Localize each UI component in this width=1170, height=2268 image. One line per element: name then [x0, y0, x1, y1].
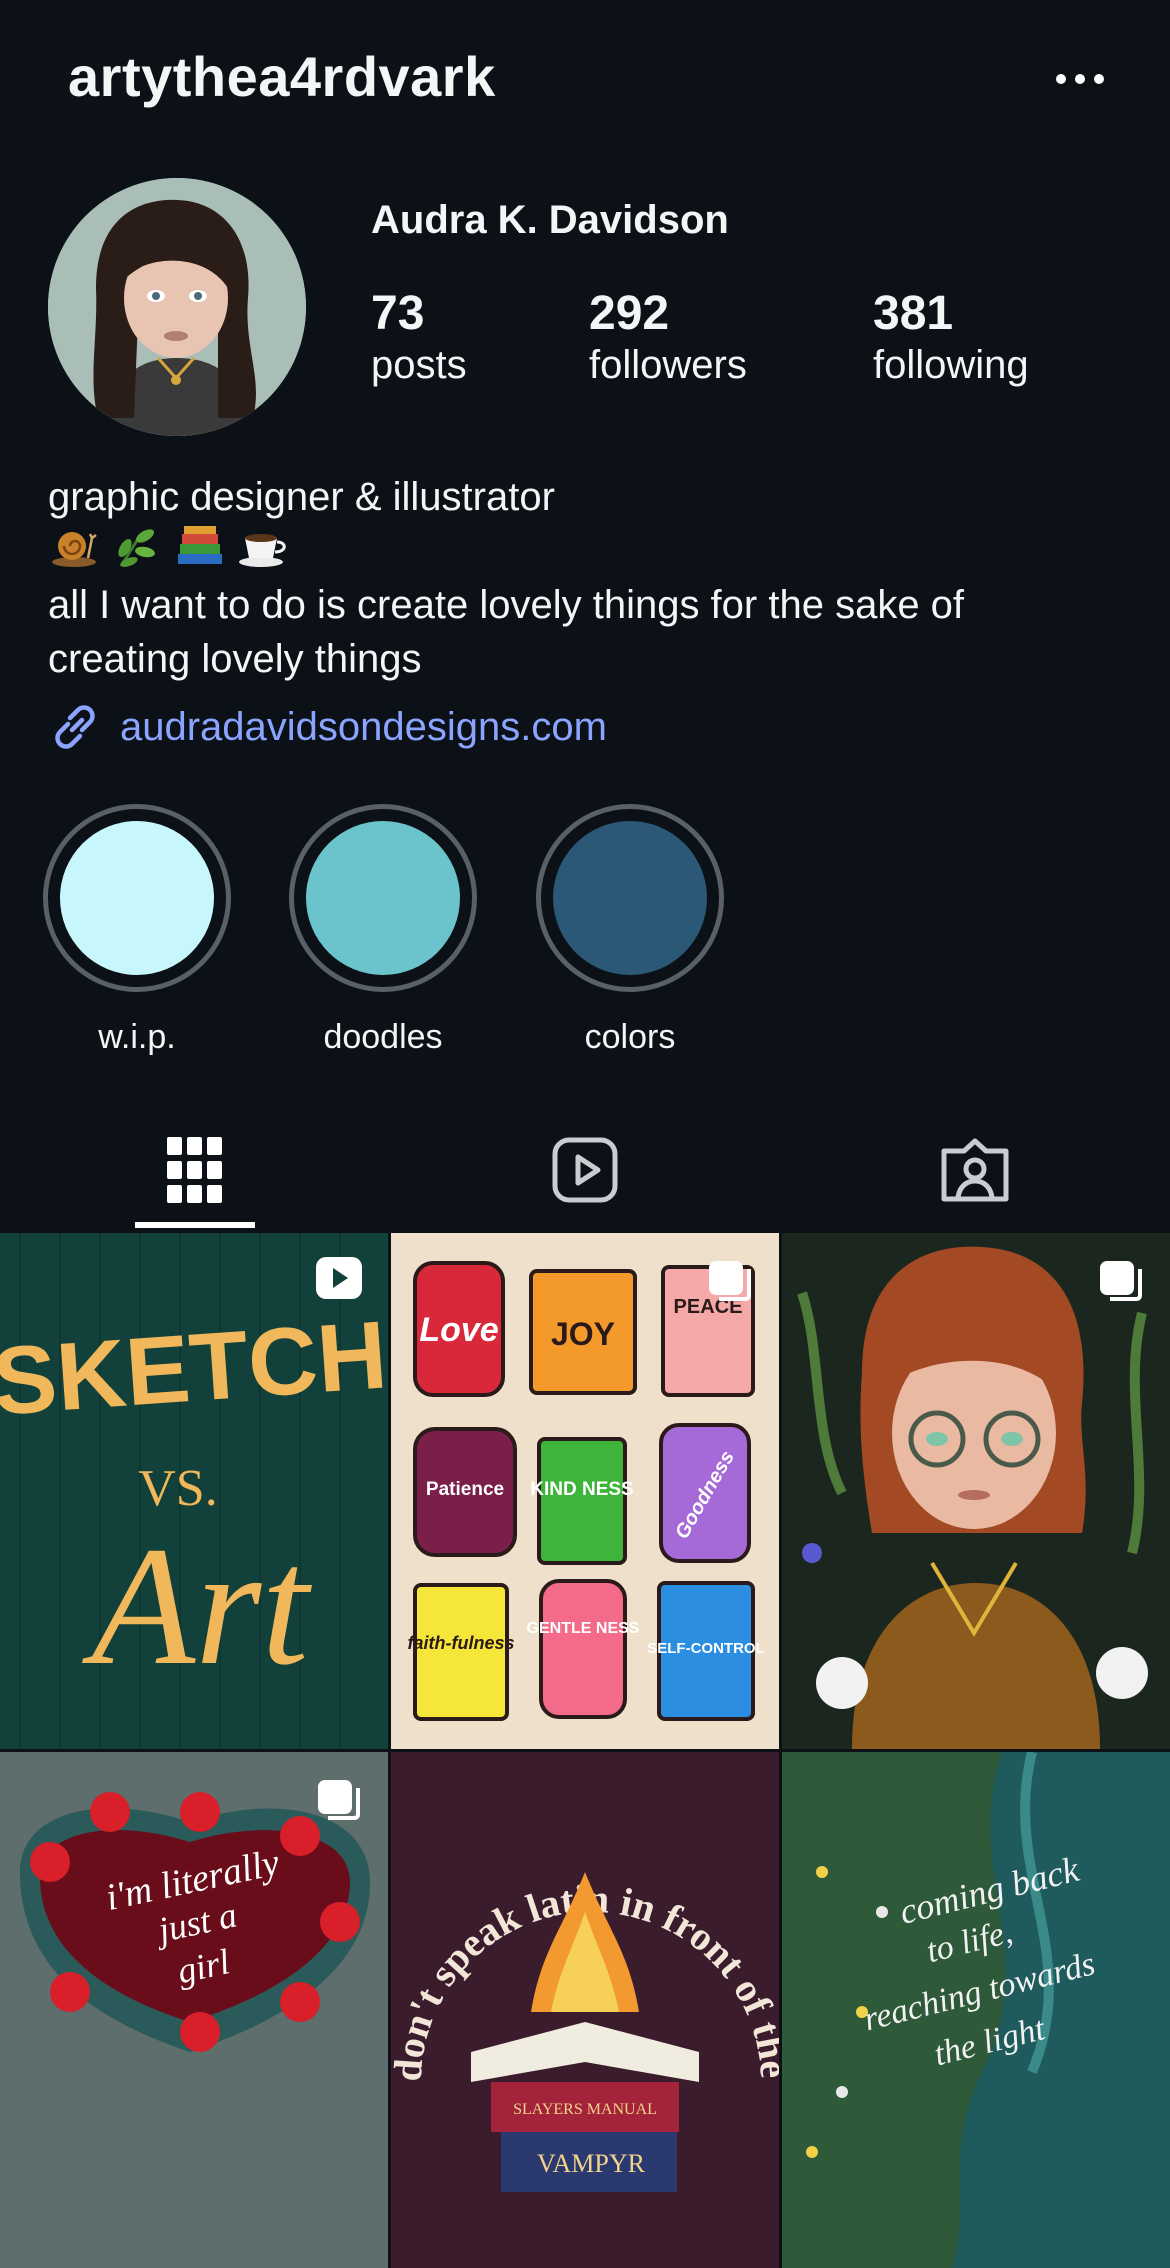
post-text: JOY	[551, 1316, 615, 1352]
more-dot-icon	[1056, 74, 1066, 84]
highlight-colors[interactable]: colors	[533, 804, 727, 1057]
following-stat[interactable]: 381 following	[873, 286, 1029, 388]
highlight-cover	[306, 821, 460, 975]
post-text: SELF-CONTROL	[647, 1640, 765, 1657]
display-name: Audra K. Davidson	[371, 198, 729, 242]
carousel-badge-icon	[709, 1261, 751, 1301]
bio: graphic designer & illustrator all I wan…	[48, 470, 1128, 686]
more-options-button[interactable]	[1050, 62, 1110, 96]
profile-avatar[interactable]	[48, 178, 306, 436]
highlight-wip[interactable]: w.i.p.	[40, 804, 234, 1057]
tab-posts-grid[interactable]	[0, 1110, 390, 1230]
highlight-ring	[536, 804, 724, 992]
highlight-cover	[553, 821, 707, 975]
highlight-label: w.i.p.	[98, 1018, 176, 1056]
highlight-ring	[43, 804, 231, 992]
active-tab-indicator	[135, 1222, 255, 1228]
post-text: SLAYERS MANUAL	[513, 2101, 657, 2118]
highlight-cover	[60, 821, 214, 975]
post-tile[interactable]: coming back to life, reaching towards th…	[782, 1752, 1170, 2268]
more-dot-icon	[1075, 74, 1085, 84]
post-text: KIND NESS	[530, 1479, 633, 1500]
posts-label: posts	[371, 343, 467, 387]
post-image	[782, 1233, 1170, 1749]
username[interactable]: artythea4rdvark	[68, 44, 496, 109]
tagged-icon	[941, 1138, 1009, 1202]
post-text: Patience	[426, 1479, 504, 1500]
followers-stat[interactable]: 292 followers	[589, 286, 747, 388]
carousel-badge-icon	[1100, 1261, 1142, 1301]
post-image: Love JOY PEACE Patience KIND NESS Goodne…	[391, 1233, 779, 1749]
post-text: VS.	[138, 1460, 217, 1517]
post-image: coming back to life, reaching towards th…	[782, 1752, 1170, 2268]
tab-tagged[interactable]	[780, 1110, 1170, 1230]
post-tile[interactable]: Love JOY PEACE Patience KIND NESS Goodne…	[391, 1233, 779, 1749]
followers-label: followers	[589, 343, 747, 387]
post-text: VAMPYR	[537, 2149, 646, 2178]
post-tile[interactable]: i'm literally just a girl	[0, 1752, 388, 2268]
posts-stat[interactable]: 73 posts	[371, 286, 467, 388]
books-icon	[178, 526, 223, 564]
post-image: don't speak latin in front of the bo SLA…	[391, 1752, 779, 2268]
post-text: GENTLE NESS	[527, 1620, 640, 1637]
post-image: i'm literally just a girl	[0, 1752, 388, 2268]
post-tile[interactable]	[782, 1233, 1170, 1749]
avatar-illustration	[48, 178, 306, 436]
carousel-badge-icon	[318, 1780, 360, 1820]
herb-icon	[118, 529, 156, 567]
post-tile[interactable]: SKETCH VS. Art	[0, 1233, 388, 1749]
following-count: 381	[873, 287, 954, 340]
grid-icon	[167, 1137, 222, 1203]
website-link[interactable]: audradavidsondesigns.com	[48, 700, 607, 754]
post-text: Art	[81, 1512, 312, 1700]
followers-count: 292	[589, 287, 670, 340]
bio-line: creating lovely things	[48, 637, 422, 681]
profile-tabs	[0, 1110, 1170, 1230]
more-dot-icon	[1094, 74, 1104, 84]
tab-reels[interactable]	[390, 1110, 780, 1230]
post-text: Love	[419, 1311, 498, 1349]
highlight-label: colors	[584, 1018, 676, 1056]
highlight-label: doodles	[323, 1018, 443, 1056]
website-link-text[interactable]: audradavidsondesigns.com	[120, 705, 607, 750]
profile-header: artythea4rdvark	[0, 0, 1170, 160]
post-text: faith-fulness	[407, 1633, 514, 1653]
snail-icon	[52, 532, 97, 567]
post-tile[interactable]: don't speak latin in front of the bo SLA…	[391, 1752, 779, 2268]
highlight-doodles[interactable]: doodles	[286, 804, 480, 1057]
bio-emoji-row	[48, 524, 1128, 578]
posts-count: 73	[371, 287, 425, 340]
highlight-ring	[289, 804, 477, 992]
post-image: SKETCH VS. Art	[0, 1233, 388, 1749]
following-label: following	[873, 343, 1029, 387]
reel-badge-icon	[316, 1257, 362, 1299]
bio-line: graphic designer & illustrator	[48, 475, 555, 519]
link-icon	[55, 705, 95, 749]
coffee-icon	[239, 534, 287, 567]
reels-icon	[552, 1137, 618, 1203]
bio-line: all I want to do is create lovely things…	[48, 583, 965, 627]
